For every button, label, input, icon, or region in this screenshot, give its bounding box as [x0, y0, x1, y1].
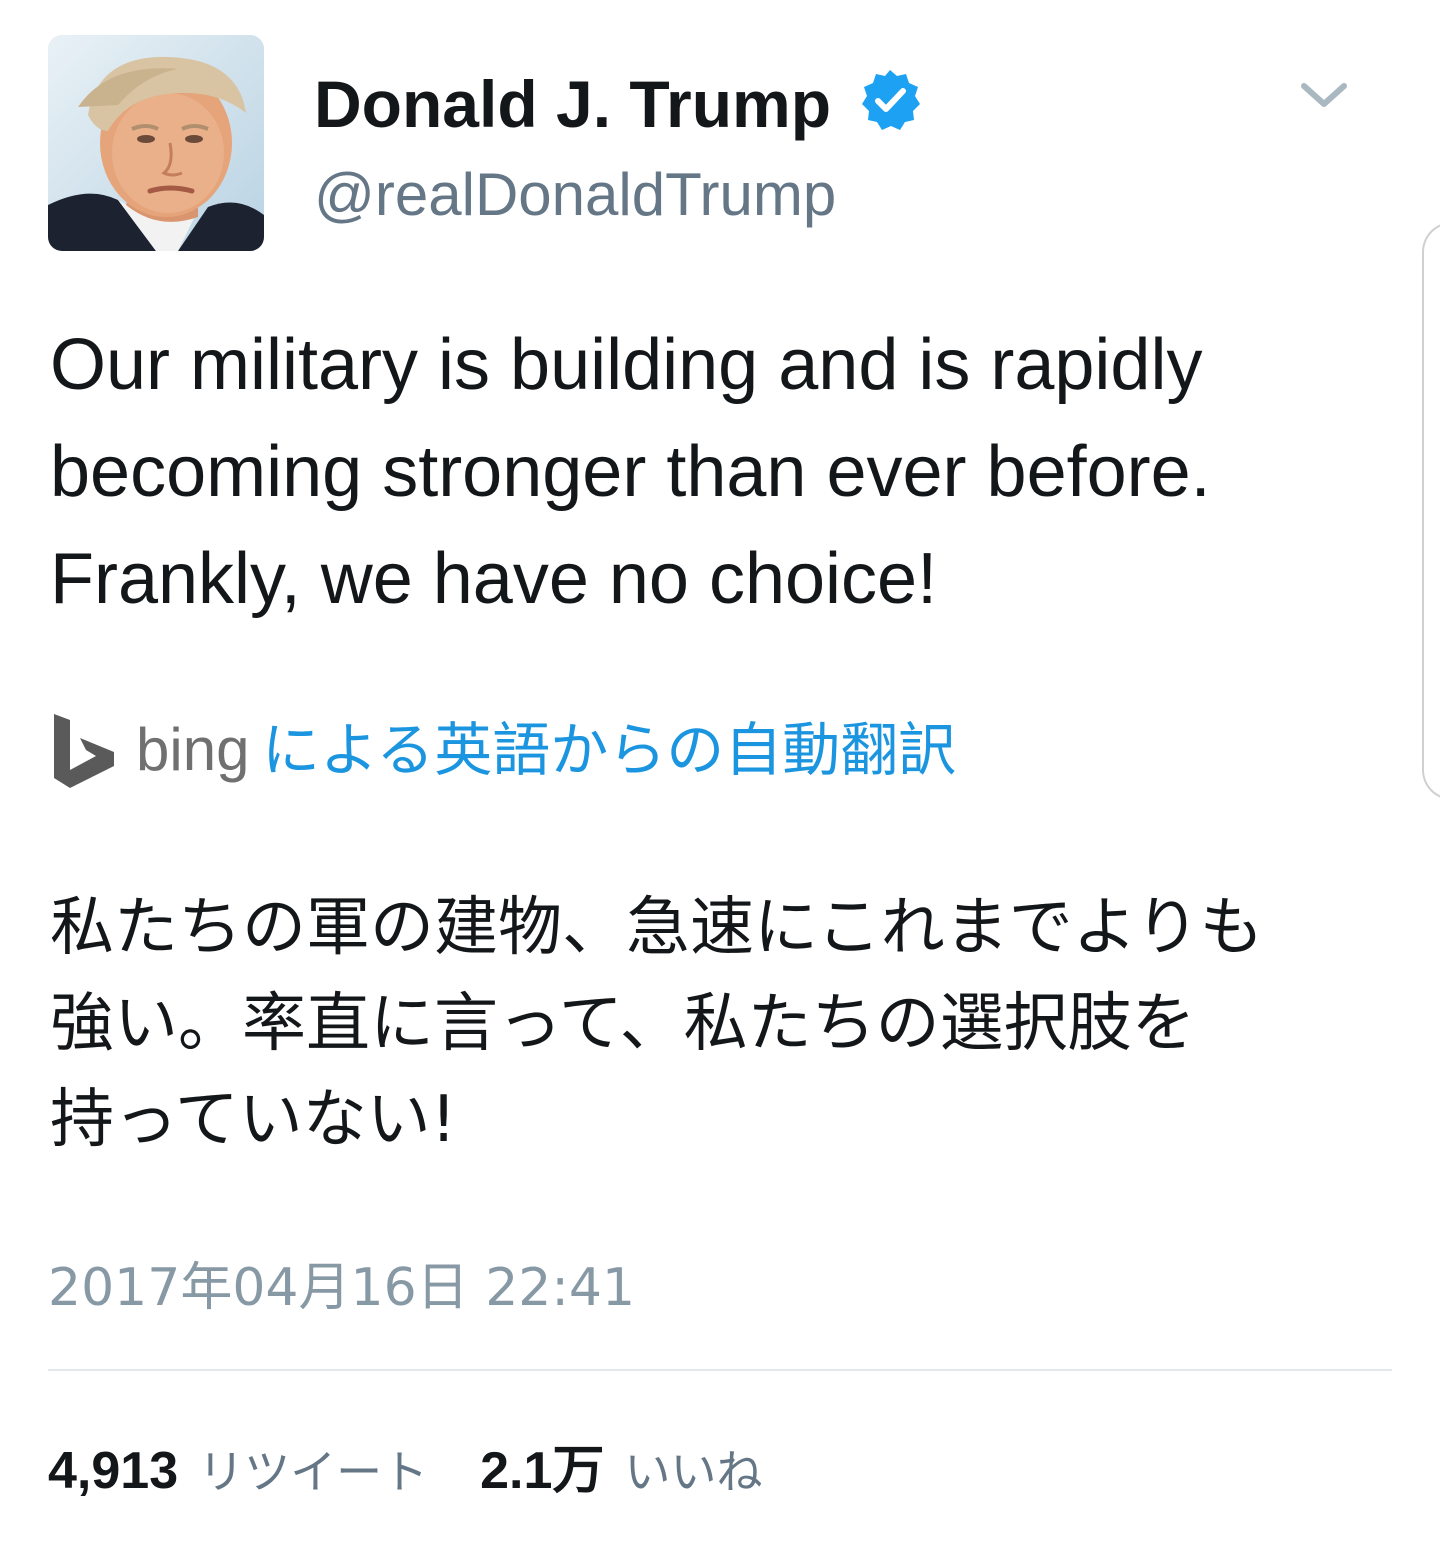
like-count: 2.1万 [480, 1442, 605, 1500]
tweet-stats: 4,913 リツイート 2.1万 いいね [48, 1428, 762, 1500]
tweet-timestamp[interactable]: 2017年04月16日 22:41 [48, 1252, 635, 1324]
tweet-detail: Donald J. Trump @realDonaldTrump Our mil… [0, 0, 1440, 1541]
user-display-name[interactable]: Donald J. Trump [314, 64, 831, 144]
translated-text: 私たちの軍の建物、急速にこれまでよりも 強い。率直に言って、私たちの選択肢を 持… [50, 880, 1390, 1168]
retweet-count: 4,913 [48, 1442, 179, 1500]
translated-text-line: 私たちの軍の建物、急速にこれまでよりも [50, 891, 1264, 965]
tweet-text-line: Our military is building and is rapidly [50, 325, 1203, 405]
tweet-text-line: becoming stronger than ever before. [50, 432, 1211, 512]
retweet-stat[interactable]: 4,913 リツイート [48, 1436, 428, 1502]
tweet-text: Our military is building and is rapidly … [50, 312, 1380, 633]
translation-link[interactable]: による英語からの自動翻訳 [262, 712, 956, 788]
tweet-text-line: Frankly, we have no choice! [50, 539, 938, 619]
avatar-portrait [48, 35, 264, 251]
like-stat[interactable]: 2.1万 いいね [480, 1428, 762, 1503]
bing-logo-icon [54, 714, 114, 788]
translated-text-line: 持っていない! [50, 1083, 457, 1157]
divider [48, 1369, 1392, 1371]
like-label: いいね [624, 1445, 763, 1499]
retweet-label: リツイート [198, 1445, 429, 1499]
avatar[interactable] [48, 35, 264, 251]
chevron-down-icon[interactable] [1296, 74, 1352, 118]
verified-badge-icon [862, 70, 920, 130]
user-handle[interactable]: @realDonaldTrump [314, 158, 836, 232]
translated-text-line: 強い。率直に言って、私たちの選択肢を [50, 987, 1196, 1061]
translation-provider: bing [136, 716, 250, 783]
edge-panel-handle[interactable] [1422, 222, 1440, 800]
